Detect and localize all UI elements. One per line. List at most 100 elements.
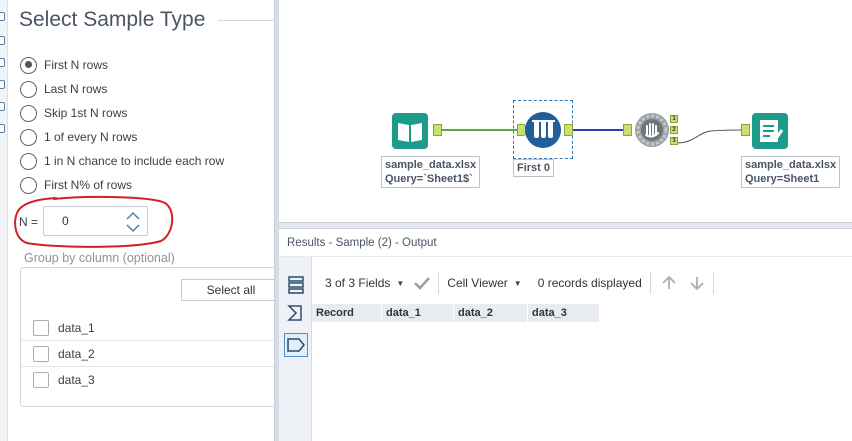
- canvas-results-splitter[interactable]: [279, 222, 852, 229]
- fields-label: 3 of 3 Fields: [325, 276, 391, 290]
- configuration-panel: Select Sample Type First N rows Last N r…: [8, 0, 274, 441]
- results-sidebar: [279, 257, 312, 441]
- decrement-button[interactable]: [123, 222, 143, 235]
- fields-dropdown[interactable]: 3 of 3 Fields ▼: [325, 276, 404, 290]
- data-button[interactable]: [284, 333, 308, 357]
- chevron-up-icon: [126, 211, 140, 220]
- chevron-icon[interactable]: [0, 80, 5, 89]
- column-row-data-3[interactable]: data_3: [21, 367, 274, 393]
- viewer-dropdown[interactable]: Cell Viewer ▼: [447, 276, 521, 290]
- chevron-down-icon: [126, 224, 140, 233]
- n-label: N =: [19, 215, 39, 229]
- results-header: Results - Sample (2) - Output: [279, 229, 852, 257]
- sample-tool[interactable]: [524, 111, 562, 149]
- label-line: sample_data.xlsx: [385, 159, 477, 171]
- column-checkbox[interactable]: [33, 372, 49, 388]
- connection-line: [676, 129, 742, 144]
- column-label: data_2: [58, 346, 95, 361]
- label-line: sample_data.xlsx: [745, 159, 837, 171]
- output-tool-label: sample_data.xlsx Query=Sheet1: [741, 156, 841, 188]
- input-data-tool[interactable]: [391, 112, 429, 150]
- option-label: Last N rows: [44, 82, 108, 96]
- group-by-label: Group by column (optional): [24, 251, 175, 265]
- radio-button[interactable]: [20, 80, 37, 98]
- chevron-icon[interactable]: [0, 102, 5, 111]
- group-by-box: Select all data_1 data_2 data_3: [20, 267, 274, 407]
- radio-button[interactable]: [20, 176, 37, 194]
- apply-fields-button[interactable]: [414, 276, 431, 290]
- records-count: 0 records displayed: [538, 276, 642, 290]
- scroll-down-button[interactable]: [689, 275, 705, 291]
- column-header-data-2[interactable]: data_2: [454, 304, 528, 322]
- results-toolbar: 3 of 3 Fields ▼ Cell Viewer ▼ 0 records …: [312, 269, 852, 297]
- arrow-down-icon: [690, 277, 704, 291]
- results-title: Results - Sample (2) - Output: [287, 237, 437, 249]
- viewer-label: Cell Viewer: [447, 276, 508, 290]
- option-label: First N rows: [44, 58, 108, 72]
- list-icon: [288, 276, 304, 294]
- option-first-n-percent[interactable]: First N% of rows: [20, 175, 132, 195]
- input-anchor[interactable]: [623, 124, 632, 136]
- panel-title: Select Sample Type: [19, 8, 206, 31]
- radio-button[interactable]: [20, 104, 37, 122]
- option-label: 1 in N chance to include each row: [44, 154, 225, 168]
- stepper-controls: [123, 209, 143, 235]
- output-data-tool[interactable]: [751, 112, 789, 150]
- option-random-chance[interactable]: 1 in N chance to include each row: [20, 151, 224, 171]
- option-last-n-rows[interactable]: Last N rows: [20, 79, 107, 99]
- sigma-icon: [287, 305, 302, 321]
- label-line: Query=Sheet1: [745, 173, 820, 185]
- output-anchor-2[interactable]: 2: [670, 126, 678, 134]
- document-pencil-icon: [752, 113, 788, 149]
- column-row-data-1[interactable]: data_1: [21, 315, 274, 341]
- output-anchor[interactable]: [433, 124, 442, 136]
- chevron-icon[interactable]: [0, 36, 5, 45]
- records-label: 0 records displayed: [537, 276, 642, 290]
- chevron-icon[interactable]: [0, 58, 5, 67]
- output-anchor-1[interactable]: 1: [670, 115, 678, 123]
- select-all-button[interactable]: Select all: [181, 279, 274, 301]
- column-label: data_3: [58, 373, 95, 387]
- column-header-record[interactable]: Record: [312, 304, 382, 322]
- option-label: First N% of rows: [44, 178, 133, 192]
- option-one-of-every-n[interactable]: 1 of every N rows: [20, 127, 137, 147]
- caret-down-icon: ▼: [396, 278, 405, 288]
- tag-icon: [287, 338, 305, 352]
- output-tool[interactable]: [633, 111, 671, 149]
- metadata-button[interactable]: [284, 273, 308, 297]
- column-header-data-1[interactable]: data_1: [382, 304, 454, 322]
- column-checkbox[interactable]: [33, 345, 49, 362]
- toolbar-divider: [438, 272, 440, 294]
- option-label: Skip 1st N rows: [44, 106, 128, 120]
- gear-hand-icon: [635, 113, 669, 147]
- left-edge-strip: [0, 0, 8, 441]
- column-checkbox[interactable]: [33, 319, 49, 336]
- results-main: 3 of 3 Fields ▼ Cell Viewer ▼ 0 records …: [312, 257, 852, 441]
- caret-down-icon: ▼: [513, 278, 522, 288]
- output-anchor-3[interactable]: 3: [670, 137, 678, 145]
- chevron-icon[interactable]: [0, 124, 5, 133]
- radio-button[interactable]: [20, 152, 37, 170]
- radio-button[interactable]: [20, 128, 37, 146]
- n-input[interactable]: [44, 207, 124, 235]
- scroll-up-button[interactable]: [661, 275, 677, 291]
- radio-button[interactable]: [20, 56, 37, 74]
- checkmark-icon: [414, 277, 431, 290]
- option-first-n-rows[interactable]: First N rows: [20, 55, 108, 75]
- column-header-data-3[interactable]: data_3: [528, 304, 600, 322]
- output-anchor[interactable]: [564, 124, 573, 136]
- n-stepper[interactable]: [43, 206, 148, 236]
- input-anchor[interactable]: [741, 124, 750, 136]
- column-row-data-2[interactable]: data_2: [21, 341, 274, 367]
- collapse-icon[interactable]: [0, 12, 5, 21]
- messages-button[interactable]: [284, 301, 308, 325]
- option-skip-n-rows[interactable]: Skip 1st N rows: [20, 103, 127, 123]
- input-tool-label: sample_data.xlsx Query=`Sheet1$`: [381, 156, 481, 188]
- toolbar-divider: [712, 272, 714, 294]
- increment-button[interactable]: [123, 209, 143, 222]
- book-icon: [392, 113, 428, 149]
- test-tubes-icon: [525, 112, 561, 148]
- workflow-canvas[interactable]: sample_data.xlsx Query=`Sheet1$` First 0…: [279, 0, 852, 222]
- label-line: Query=`Sheet1$`: [385, 173, 473, 185]
- arrow-up-icon: [662, 275, 676, 289]
